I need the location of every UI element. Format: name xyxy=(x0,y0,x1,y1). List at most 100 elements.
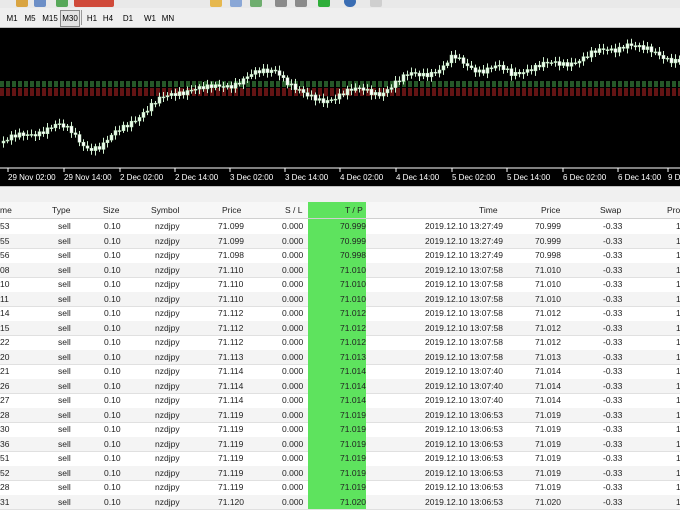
table-row[interactable]: 51 sell 0.10 nzdjpy 71.119 0.000 71.019 2019.12… xyxy=(0,451,680,467)
cell-size: 0.10 xyxy=(104,337,121,347)
zoom-in-icon[interactable] xyxy=(210,0,222,7)
candle-body xyxy=(261,68,266,74)
profiles-icon[interactable] xyxy=(34,0,46,7)
cell-time: 2019.12.10 13:27:49 xyxy=(425,235,503,246)
candle-body xyxy=(665,57,670,60)
cell-size: 0.10 xyxy=(104,264,121,275)
col-close-price[interactable]: Price xyxy=(541,202,560,218)
trade-table: me Type Size Symbol Price S / L T / P Ti… xyxy=(0,202,680,510)
table-row[interactable]: 11 sell 0.10 nzdjpy 71.110 0.000 71.010 2019.12… xyxy=(0,291,680,307)
col-sl[interactable]: S / L xyxy=(285,202,302,218)
timeframe-m5-button[interactable]: M5 xyxy=(22,10,38,27)
table-row[interactable]: 52 sell 0.10 nzdjpy 71.119 0.000 71.019 2019.12… xyxy=(0,465,680,481)
candle-body xyxy=(113,130,118,136)
scroll-left-icon[interactable] xyxy=(275,0,287,7)
candle-body xyxy=(37,131,42,137)
market-watch-icon[interactable] xyxy=(56,0,68,7)
col-tp[interactable]: T / P xyxy=(345,202,363,218)
cell-price: 71.099 xyxy=(218,235,244,246)
cell-type: sell xyxy=(58,264,71,275)
col-type[interactable]: Type xyxy=(52,202,70,218)
table-row[interactable]: 55 sell 0.10 nzdjpy 71.099 0.000 70.999 2019.12… xyxy=(0,233,680,249)
timeframe-h4-button[interactable]: H4 xyxy=(100,10,116,27)
table-row[interactable]: 26 sell 0.10 nzdjpy 71.114 0.000 71.014 2019.12… xyxy=(0,378,680,394)
cell-type: sell xyxy=(58,380,71,391)
autotrading-icon[interactable] xyxy=(74,0,114,7)
table-row[interactable]: 14 sell 0.10 nzdjpy 71.112 0.000 71.012 2019.12… xyxy=(0,306,680,322)
candle-body xyxy=(557,61,562,66)
timeframe-m1-button[interactable]: M1 xyxy=(4,10,20,27)
zoom-out-icon[interactable] xyxy=(230,0,242,7)
templates-icon[interactable] xyxy=(370,0,382,7)
table-row[interactable]: 15 sell 0.10 nzdjpy 71.112 0.000 71.012 2019.12… xyxy=(0,320,680,336)
periods-icon[interactable] xyxy=(344,0,356,7)
candle-body xyxy=(509,68,514,76)
candle-body xyxy=(85,145,90,149)
table-row[interactable]: 36 sell 0.10 nzdjpy 71.119 0.000 71.019 2019.12… xyxy=(0,436,680,452)
candlestick-chart[interactable]: 29 Nov 02:00 29 Nov 14:00 2 Dec 02:00 2 Dec… xyxy=(0,28,680,186)
candle-body xyxy=(649,46,654,53)
cell-tp: 71.012 xyxy=(340,337,366,347)
terminal-splitter[interactable] xyxy=(0,186,680,203)
scroll-right-icon[interactable] xyxy=(295,0,307,7)
candle-body xyxy=(137,117,142,122)
table-row[interactable]: 27 sell 0.10 nzdjpy 71.114 0.000 71.014 2019.12… xyxy=(0,393,680,409)
col-size[interactable]: Size xyxy=(103,202,120,218)
table-row[interactable]: 31 sell 0.10 nzdjpy 71.120 0.000 71.020 2019.12… xyxy=(0,494,680,510)
cell-time: 2019.12.10 13:06:53 xyxy=(425,496,503,507)
timeframe-mn-button[interactable]: MN xyxy=(160,10,176,27)
candle-body xyxy=(165,95,170,98)
candle-body xyxy=(529,69,534,72)
table-row[interactable]: 56 sell 0.10 nzdjpy 71.098 0.000 70.998 2019.12… xyxy=(0,248,680,264)
cell-symbol: nzdjpy xyxy=(155,467,180,478)
table-row[interactable]: 28 sell 0.10 nzdjpy 71.119 0.000 71.019 2019.12… xyxy=(0,407,680,423)
timeframe-m30-button[interactable]: M30 xyxy=(60,10,80,27)
cell-tp: 71.010 xyxy=(340,293,366,304)
candle-body xyxy=(505,68,510,71)
cell-time: 2019.12.10 13:06:53 xyxy=(425,453,503,463)
table-row[interactable]: 08 sell 0.10 nzdjpy 71.110 0.000 71.010 2019.12… xyxy=(0,262,680,278)
candle-body xyxy=(45,127,50,134)
timeframe-w1-button[interactable]: W1 xyxy=(142,10,158,27)
candle-body xyxy=(205,84,210,90)
cell-close-price: 71.010 xyxy=(535,293,561,304)
cell-sl: 0.000 xyxy=(282,496,304,507)
candle-body xyxy=(57,123,62,125)
candle-body xyxy=(5,139,10,142)
candle-body xyxy=(349,88,354,91)
cell-swap: -0.33 xyxy=(603,395,623,405)
tile-windows-icon[interactable] xyxy=(250,0,262,7)
col-swap[interactable]: Swap xyxy=(600,202,621,218)
timeframe-m15-button[interactable]: M15 xyxy=(40,10,60,27)
col-symbol[interactable]: Symbol xyxy=(151,202,179,218)
cell-swap: -0.33 xyxy=(603,337,623,347)
candle-body xyxy=(17,132,22,138)
cell-time: 2019.12.10 13:07:40 xyxy=(425,380,503,391)
table-row[interactable]: 10 sell 0.10 nzdjpy 71.110 0.000 71.010 2019.12… xyxy=(0,277,680,293)
table-row[interactable]: 21 sell 0.10 nzdjpy 71.114 0.000 71.014 2019.12… xyxy=(0,364,680,380)
candle-body xyxy=(89,148,94,151)
table-row[interactable]: 20 sell 0.10 nzdjpy 71.113 0.000 71.013 2019.12… xyxy=(0,349,680,365)
table-row[interactable]: 28 sell 0.10 nzdjpy 71.119 0.000 71.019 2019.12… xyxy=(0,480,680,496)
cell-size: 0.10 xyxy=(104,395,121,405)
table-row[interactable]: 22 sell 0.10 nzdjpy 71.112 0.000 71.012 2019.12… xyxy=(0,335,680,351)
open-folder-icon[interactable] xyxy=(16,0,28,7)
price-chart[interactable]: 29 Nov 02:00 29 Nov 14:00 2 Dec 02:00 2 Dec… xyxy=(0,28,680,186)
col-time[interactable]: Time xyxy=(479,202,498,218)
table-row[interactable]: 53 sell 0.10 nzdjpy 71.099 0.000 70.999 2019.12… xyxy=(0,219,680,235)
cell-size: 0.10 xyxy=(104,482,121,492)
cell-sl: 0.000 xyxy=(282,467,304,478)
candle-body xyxy=(277,70,282,76)
col-price[interactable]: Price xyxy=(222,202,241,218)
candle-body xyxy=(73,132,78,135)
col-ticket[interactable]: me xyxy=(0,202,12,218)
cell-close-price: 71.014 xyxy=(535,366,561,376)
timeframe-d1-button[interactable]: D1 xyxy=(120,10,136,27)
timeframe-h1-button[interactable]: H1 xyxy=(84,10,100,27)
add-indicator-icon[interactable] xyxy=(318,0,330,7)
col-profit[interactable]: Pro xyxy=(667,202,680,218)
candle-body xyxy=(269,69,274,73)
cell-type: sell xyxy=(58,235,71,246)
table-row[interactable]: 30 sell 0.10 nzdjpy 71.119 0.000 71.019 2019.12… xyxy=(0,422,680,438)
candle-body xyxy=(381,92,386,97)
